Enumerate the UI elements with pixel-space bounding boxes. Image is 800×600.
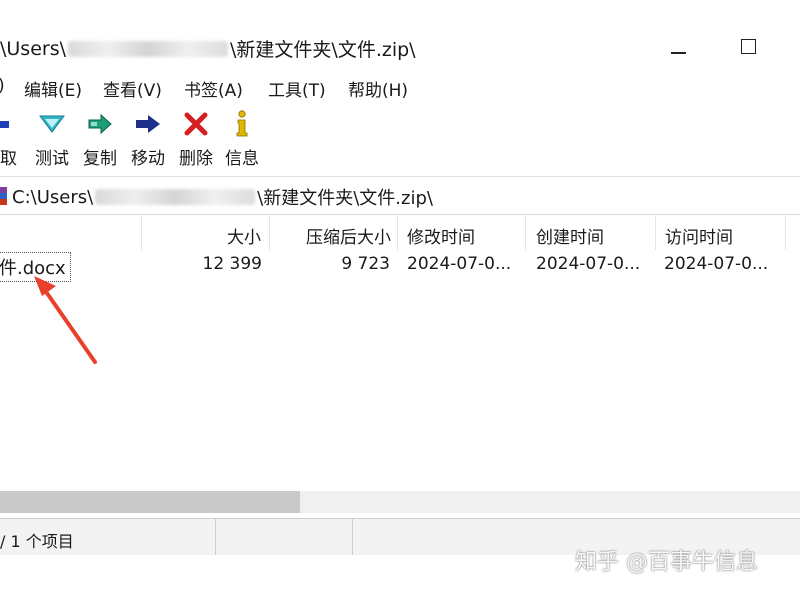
file-accessed: 2024-07-0... bbox=[664, 254, 769, 274]
blurred-username bbox=[68, 40, 229, 57]
delete-button[interactable]: 删除 bbox=[174, 108, 218, 169]
info-button[interactable]: 信息 bbox=[220, 108, 264, 169]
minimize-icon bbox=[670, 52, 686, 54]
status-divider bbox=[352, 519, 353, 555]
column-header-name[interactable] bbox=[0, 216, 142, 250]
address-path[interactable]: C:\Users\ \新建文件夹\文件.zip\ bbox=[12, 184, 433, 210]
column-header-size[interactable]: 大小 bbox=[142, 216, 270, 250]
file-created: 2024-07-0... bbox=[536, 254, 641, 274]
horizontal-scrollbar[interactable] bbox=[0, 491, 800, 513]
blurred-username bbox=[95, 189, 256, 205]
maximize-icon bbox=[740, 39, 756, 54]
info-label: 信息 bbox=[225, 149, 259, 169]
file-name[interactable]: 件.docx bbox=[0, 252, 71, 282]
watermark: 知乎 @百事牛信息 bbox=[575, 550, 758, 575]
toolbar: 提取 测试 复制 移动 删除 bbox=[0, 104, 800, 177]
address-suffix: \新建文件夹\文件.zip\ bbox=[257, 188, 433, 209]
column-header-accessed[interactable]: 访问时间 bbox=[656, 216, 786, 250]
test-button[interactable]: 测试 bbox=[30, 108, 74, 169]
archive-window: \Users\ \新建文件夹\文件.zip\ ) 编辑(E) 查看(V) 书签(… bbox=[0, 0, 800, 600]
test-label: 测试 bbox=[35, 149, 69, 169]
menu-bookmarks[interactable]: 书签(A) bbox=[184, 76, 243, 101]
archive-icon bbox=[0, 187, 7, 205]
status-divider bbox=[215, 519, 216, 555]
info-icon bbox=[220, 108, 264, 140]
menu-tools[interactable]: 工具(T) bbox=[268, 76, 326, 101]
menu-file[interactable]: ) bbox=[0, 76, 5, 96]
extract-button[interactable]: 提取 bbox=[0, 108, 22, 169]
copy-label: 复制 bbox=[83, 149, 117, 169]
delete-icon bbox=[174, 108, 218, 140]
extract-icon bbox=[0, 108, 22, 140]
extract-label: 提取 bbox=[0, 149, 17, 169]
test-icon bbox=[30, 108, 74, 140]
move-label: 移动 bbox=[131, 149, 165, 169]
file-size: 12 399 bbox=[202, 254, 262, 274]
column-header-packed-size[interactable]: 压缩后大小 bbox=[270, 216, 398, 250]
copy-icon bbox=[78, 108, 122, 140]
delete-label: 删除 bbox=[179, 149, 213, 169]
title-bar: \Users\ \新建文件夹\文件.zip\ bbox=[0, 22, 800, 70]
address-prefix: C:\Users\ bbox=[12, 186, 94, 208]
move-icon bbox=[126, 108, 170, 140]
menu-view[interactable]: 查看(V) bbox=[103, 76, 162, 101]
scrollbar-thumb[interactable] bbox=[0, 491, 300, 513]
menu-help[interactable]: 帮助(H) bbox=[348, 76, 408, 101]
file-packed-size: 9 723 bbox=[341, 254, 390, 274]
minimize-button[interactable] bbox=[663, 32, 693, 62]
move-button[interactable]: 移动 bbox=[126, 108, 170, 169]
copy-button[interactable]: 复制 bbox=[78, 108, 122, 169]
menu-edit[interactable]: 编辑(E) bbox=[24, 76, 82, 101]
status-text: / 1 个项目 bbox=[0, 532, 74, 551]
menu-bar: ) 编辑(E) 查看(V) 书签(A) 工具(T) 帮助(H) bbox=[0, 72, 800, 102]
column-header-created[interactable]: 创建时间 bbox=[526, 216, 656, 250]
title-prefix: \Users\ bbox=[0, 37, 67, 60]
file-modified: 2024-07-0... bbox=[407, 254, 512, 274]
window-title: \Users\ \新建文件夹\文件.zip\ bbox=[0, 35, 416, 62]
title-suffix: \新建文件夹\文件.zip\ bbox=[230, 39, 416, 61]
file-list: 大小 压缩后大小 修改时间 创建时间 访问时间 件.docx 12 399 9 … bbox=[0, 216, 800, 492]
column-header-modified[interactable]: 修改时间 bbox=[398, 216, 526, 250]
address-bar[interactable]: C:\Users\ \新建文件夹\文件.zip\ bbox=[0, 178, 800, 215]
maximize-button[interactable] bbox=[733, 32, 763, 62]
